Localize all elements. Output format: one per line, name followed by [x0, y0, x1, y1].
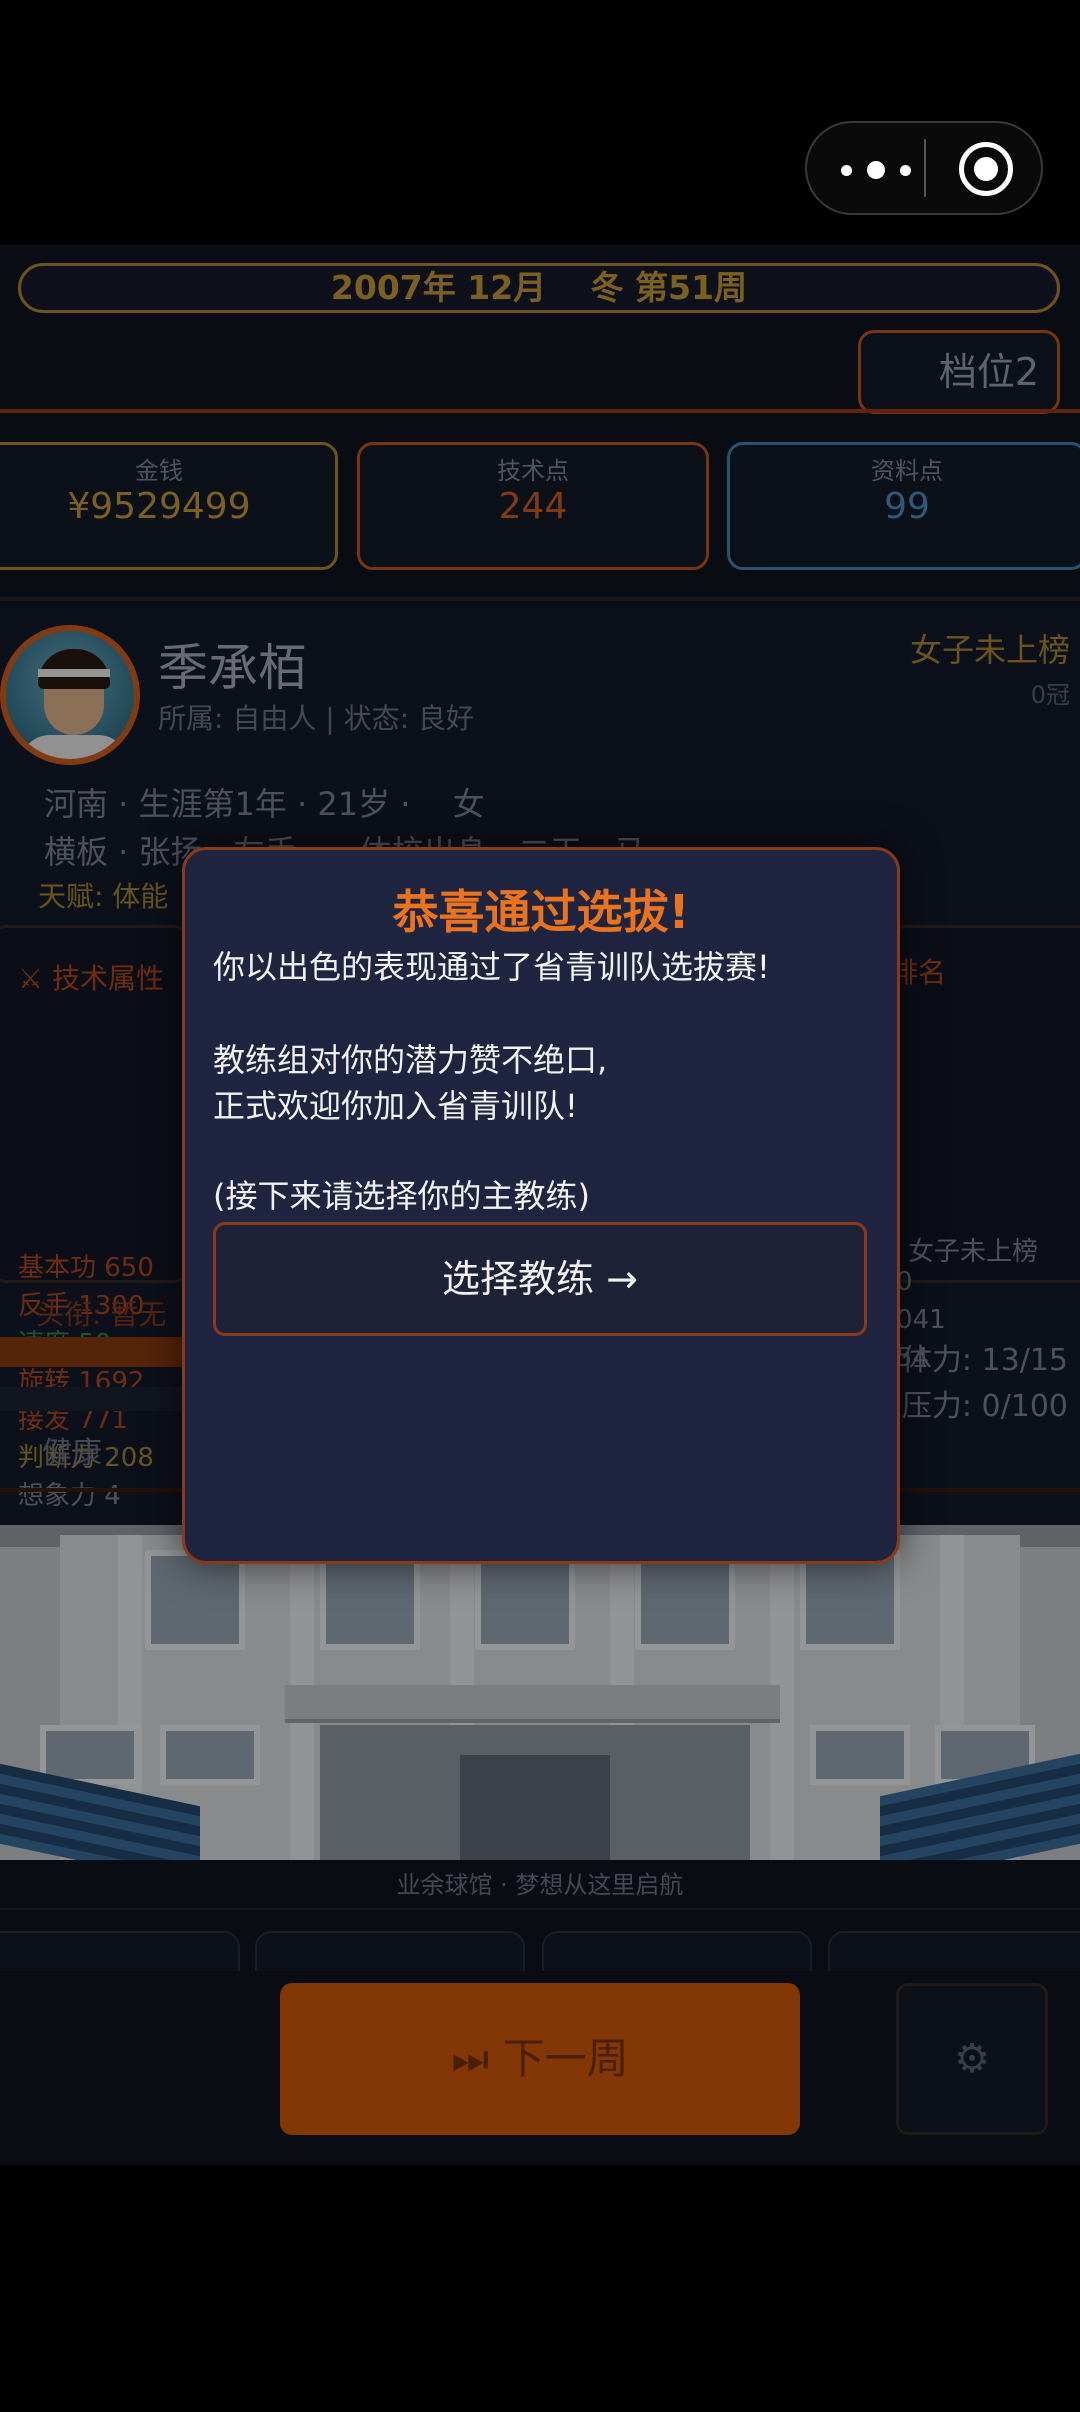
capsule-divider [924, 139, 926, 197]
dialog-text-line3: 正式欢迎你加入省青训队! [213, 1087, 578, 1125]
dialog-text-line4: (接下来请选择你的主教练) [213, 1177, 590, 1215]
miniprogram-capsule [805, 121, 1043, 215]
choose-coach-button[interactable]: 选择教练 → [213, 1222, 867, 1336]
dialog-text-line1: 你以出色的表现通过了省青训队选拔赛! [213, 948, 770, 986]
bottom-area [0, 2165, 1080, 2412]
close-miniprogram-icon[interactable] [959, 142, 1013, 196]
dialog-text-line2: 教练组对你的潜力赞不绝口, [213, 1041, 608, 1079]
dialog-title: 恭喜通过选拔! [392, 885, 690, 939]
selection-success-dialog: 恭喜通过选拔! 你以出色的表现通过了省青训队选拔赛! 教练组对你的潜力赞不绝口,… [182, 847, 900, 1564]
more-icon[interactable] [841, 153, 911, 187]
